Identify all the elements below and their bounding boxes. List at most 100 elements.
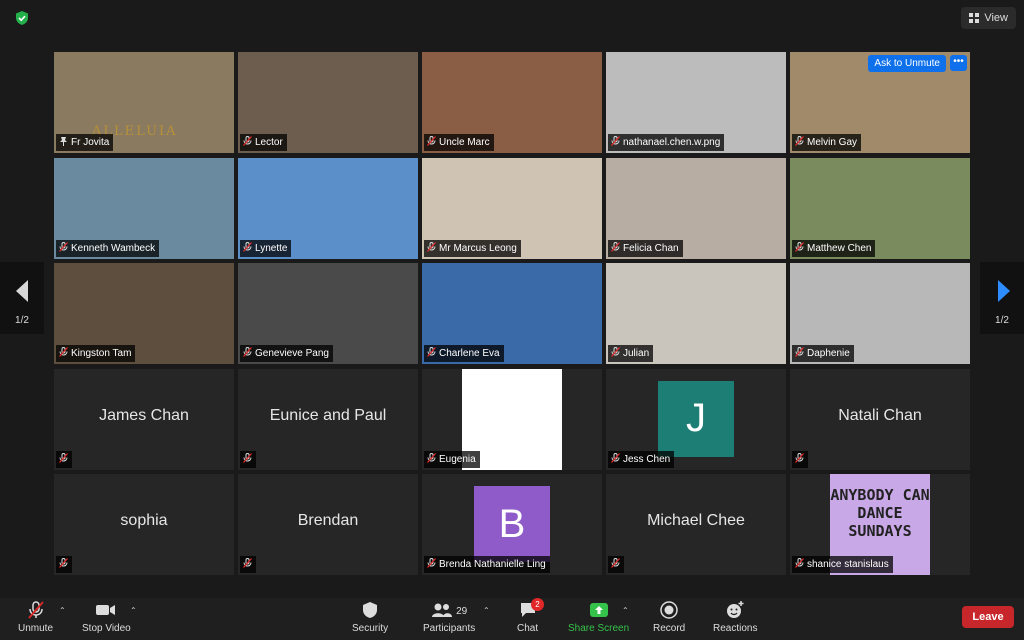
muted-mic-icon [427,241,436,255]
muted-mic-icon [795,558,804,571]
chat-label: Chat [517,623,539,634]
previous-page-button[interactable]: 1/2 [0,262,44,334]
share-options-caret[interactable]: ⌃ [622,606,629,615]
participant-name: Matthew Chen [807,242,872,254]
muted-mic-icon [427,558,436,571]
audio-options-caret[interactable]: ⌃ [59,606,66,615]
video-options-caret[interactable]: ⌃ [130,606,137,615]
participants-label: Participants [423,623,476,634]
participant-tile-genevieve-pang[interactable]: Genevieve Pang [238,263,418,364]
share-screen-button[interactable]: Share Screen [568,600,629,634]
participant-tile-lector[interactable]: Lector [238,52,418,153]
participant-name-label: Uncle Marc [424,134,494,151]
participant-tile-eugenia[interactable]: Eugenia [422,368,602,470]
muted-mic-icon [243,452,252,466]
participant-name: Genevieve Pang [255,348,329,359]
participant-name-label: Daphenie [792,345,854,362]
reactions-button[interactable]: Reactions [713,600,757,634]
muted-mic-icon [611,347,620,360]
unmute-button[interactable]: Unmute [18,600,53,634]
participant-tile-kingston-tam[interactable]: Kingston Tam [54,263,234,364]
view-button[interactable]: View [961,7,1016,29]
muted-mic-icon [243,347,252,360]
participant-name-label: Eugenia [424,450,480,468]
participant-tile-lynette[interactable]: Lynette [238,157,418,259]
participant-tile-mr-marcus-leong[interactable]: Mr Marcus Leong [422,157,602,259]
meeting-toolbar: Unmute ⌃ Stop Video ⌃ Security 29 Partic… [0,598,1024,640]
top-bar: View [0,0,1024,36]
participant-tile-charlene-eva[interactable]: Charlene Eva [422,263,602,364]
avatar: B [474,486,550,562]
participant-tile-michael-chee[interactable]: Michael Chee [606,474,786,575]
ask-to-unmute-button[interactable]: Ask to Unmute [868,55,946,72]
leave-button[interactable]: Leave [962,606,1014,628]
muted-mic-icon [795,241,804,255]
participants-icon-row: 29 [431,600,467,623]
participant-name-label: Felicia Chan [608,239,683,257]
muted-mic-icon [59,452,68,466]
stop-video-button[interactable]: Stop Video [82,600,131,634]
muted-mic-icon [427,452,436,466]
reactions-label: Reactions [713,623,758,634]
record-button[interactable]: Record [653,600,685,634]
participant-tile-brenda-nathanielle-ling[interactable]: B Brenda Nathanielle Ling [422,474,602,575]
chat-button[interactable]: 2 Chat [517,598,544,634]
participant-display-name: James Chan [99,406,189,424]
participant-name: nathanael.chen.w.png [623,137,721,148]
participant-tile-matthew-chen[interactable]: Matthew Chen [790,157,970,259]
participants-count: 29 [456,606,468,617]
participant-display-name: Eunice and Paul [269,406,387,424]
participant-tile-melvin-gay[interactable]: Melvin Gay Ask to Unmute ••• [790,52,970,153]
muted-mic-icon [795,452,804,466]
participant-tile-jess-chen[interactable]: J Jess Chen [606,368,786,470]
participant-tile-eunice-and-paul[interactable]: Eunice and Paul [238,368,418,470]
participant-tile-sophia[interactable]: sophia [54,474,234,575]
participant-name-label [56,556,72,573]
view-label: View [984,12,1008,24]
pin-icon [59,136,68,149]
security-button[interactable]: Security [352,600,388,634]
muted-mic-icon [427,136,436,149]
next-page-button[interactable]: 1/2 [980,262,1024,334]
more-options-button[interactable]: ••• [950,55,967,71]
muted-mic-icon [795,136,804,149]
participants-options-caret[interactable]: ⌃ [483,606,490,615]
participant-name-label [240,450,256,468]
avatar: J [658,380,734,457]
participant-name-label [56,450,72,468]
participant-tile-shanice-stanislaus[interactable]: ANYBODY CAN DANCE SUNDAYS shanice stanisl… [790,474,970,575]
muted-mic-icon [427,347,436,360]
participants-button[interactable]: 29 Participants [423,600,475,634]
participant-name-label: Lynette [240,239,292,257]
participant-name-label: nathanael.chen.w.png [608,134,725,151]
participant-name: Daphenie [807,348,850,359]
muted-mic-icon [59,347,68,360]
participant-tile-julian[interactable]: Julian [606,263,786,364]
participant-tile-natali-chan[interactable]: Natali Chan [790,368,970,470]
participant-tile-james-chan[interactable]: James Chan [54,368,234,470]
participant-tile-uncle-marc[interactable]: Uncle Marc [422,52,602,153]
record-icon [660,601,678,619]
participant-tile-daphenie[interactable]: Daphenie [790,263,970,364]
participant-tile-kenneth-wambeck[interactable]: Kenneth Wambeck [54,157,234,259]
chevron-right-icon [998,280,1010,302]
share-screen-label: Share Screen [568,623,630,634]
muted-mic-icon [243,241,252,255]
stop-video-label: Stop Video [82,623,131,634]
participant-name-label: Charlene Eva [424,345,504,362]
participant-tile-felicia-chan[interactable]: Felicia Chan [606,157,786,259]
participant-tile-fr-jovita[interactable]: ALLELUIA Fr Jovita [54,52,234,153]
page-indicator-right: 1/2 [995,315,1009,326]
chevron-left-icon [16,280,28,302]
participant-tile-brendan[interactable]: Brendan [238,474,418,575]
muted-mic-icon [59,558,68,571]
participant-name: Fr Jovita [71,137,110,148]
smiley-plus-icon [727,601,744,618]
participant-tile-nathanael-chen-w-png[interactable]: nathanael.chen.w.png [606,52,786,153]
muted-mic-icon [795,347,804,360]
participant-name-label: Fr Jovita [56,134,114,151]
participant-name: shanice stanislaus [807,559,889,570]
participant-name-label [608,556,624,573]
shield-check-icon[interactable] [14,10,30,26]
participant-name-label: Lector [240,134,287,151]
